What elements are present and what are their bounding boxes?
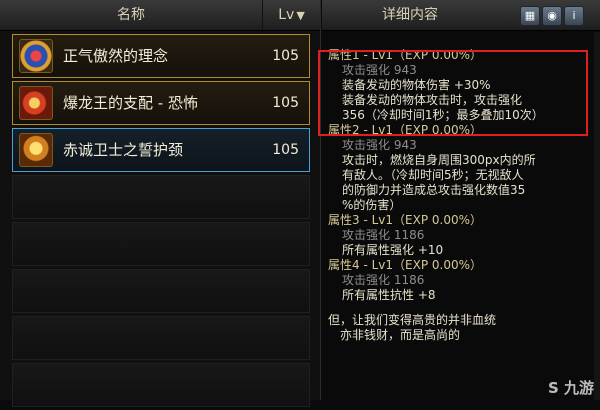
list-item[interactable]: 爆龙王的支配 - 恐怖 105 [12,81,310,125]
level-header-label: Lv [278,7,295,23]
watermark-text: 九游 [563,379,594,397]
flavor-text: 亦非钱财，而是高尚的 [340,328,461,342]
name-column-header[interactable]: 名称 [0,0,263,30]
item-icon [19,39,53,73]
level-column-header[interactable]: Lv ▼ [263,0,320,30]
item-rows: 正气傲然的理念 105 爆龙王的支配 - 恐怖 105 赤诚卫士之誓护颈 105 [12,34,312,410]
attribute-4-title: 属性4 - Lv1（EXP 0.00%） [328,258,482,272]
item-name: 正气傲然的理念 [63,47,169,65]
attribute-1-stat: 攻击强化 943 [342,63,417,77]
list-item[interactable]: 正气傲然的理念 105 [12,34,310,78]
item-level: 105 [272,95,299,111]
triangle-down-icon: ▼ [296,9,305,22]
item-list-panel: 名称 Lv ▼ 正气傲然的理念 105 爆龙王的支配 - 恐怖 105 赤诚卫士之… [0,0,321,407]
attribute-3-title: 属性3 - Lv1（EXP 0.00%） [328,213,482,227]
attribute-1-effect: 装备发动的物体攻击时，攻击强化 [342,93,523,107]
attribute-2-stat: 攻击强化 943 [342,138,417,152]
item-level: 105 [272,142,299,158]
empty-slot[interactable] [12,316,310,360]
item-icon [19,133,53,167]
item-name: 爆龙王的支配 - 恐怖 [63,94,198,112]
item-icon [19,86,53,120]
attribute-2-effect: 有敌人。（冷却时间5秒；无视敌人 [342,168,524,182]
attribute-3-stat: 攻击强化 1186 [342,228,425,242]
empty-slot[interactable] [12,363,310,407]
attribute-2-title: 属性2 - Lv1（EXP 0.00%） [328,123,482,137]
attribute-3-effect: 所有属性强化 +10 [342,243,444,257]
attribute-1-title: 属性1 - Lv1（EXP 0.00%） [328,48,482,62]
detail-title: 详细内容 [382,7,438,23]
attribute-1-effect: 356（冷却时间1秒；最多叠加10次） [342,108,544,122]
attribute-4-effect: 所有属性抗性 +8 [342,288,436,302]
item-name: 赤诚卫士之誓护颈 [63,141,184,159]
attribute-2-effect: %的伤害） [342,198,402,212]
scrollbar[interactable] [594,32,600,400]
empty-slot[interactable] [12,269,310,313]
empty-slot[interactable] [12,175,310,219]
list-item-selected[interactable]: 赤诚卫士之誓护颈 105 [12,128,310,172]
attribute-2-effect: 攻击时，燃烧自身周围300px内的所 [342,153,536,167]
attribute-details: 属性1 - Lv1（EXP 0.00%） 攻击强化 943 装备发动的物体伤害 … [328,48,590,343]
empty-slot[interactable] [12,222,310,266]
list-header: 名称 Lv ▼ [0,0,320,31]
map-icon[interactable]: ▦ [520,6,540,26]
flavor-text: 但，让我们变得高贵的并非血统 [328,313,497,327]
watermark-logo: S 九游 [547,379,594,397]
detail-panel: 详细内容 ▦ ◉ i 属性1 - Lv1（EXP 0.00%） 攻击强化 943… [322,0,600,400]
attribute-2-effect: 的防御力并造成总攻击强化数值35 [342,183,526,197]
item-level: 105 [272,48,299,64]
info-icon[interactable]: i [564,6,584,26]
detail-header: 详细内容 ▦ ◉ i [322,0,600,31]
eye-icon[interactable]: ◉ [542,6,562,26]
attribute-4-stat: 攻击强化 1186 [342,273,425,287]
attribute-1-effect: 装备发动的物体伤害 +30% [342,78,491,92]
